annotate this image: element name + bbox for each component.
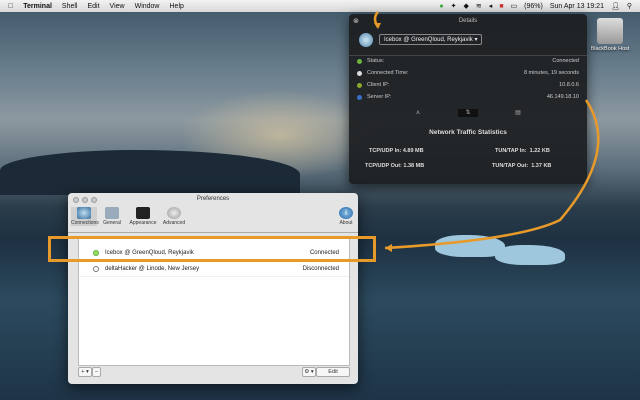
stat-client-ip: Client IP: 10.8.0.6 [357, 82, 579, 88]
clock-dot-icon [357, 70, 362, 76]
preferences-window: Preferences Connections General Appearan… [68, 193, 358, 384]
connection-row[interactable]: deltaHacker @ Linode, New Jersey Disconne… [79, 261, 349, 277]
server-dropdown[interactable]: Icebox @ GreenQloud, Reykjavik ▾ [379, 34, 483, 45]
tab-log-icon[interactable]: ▤ [508, 109, 528, 117]
stat-status: Status: Connected [357, 58, 579, 64]
close-icon[interactable]: ⊗ [353, 17, 359, 25]
vpn-status-icon[interactable]: ● [439, 3, 443, 10]
twitter-icon[interactable]: ✦ [451, 2, 457, 10]
menu-edit[interactable]: Edit [87, 3, 99, 10]
clock[interactable]: Sun Apr 13 19:21 [550, 3, 604, 10]
window-controls[interactable] [73, 197, 97, 203]
mountain [0, 150, 300, 195]
details-window: ⊗ Details Icebox @ GreenQloud, Reykjavik… [349, 14, 587, 184]
traffic-title: Network Traffic Statistics [429, 129, 507, 136]
apple-icon[interactable]:  [8, 3, 13, 10]
tab-traffic-icon[interactable]: ⇅ [458, 109, 478, 117]
server-name: Icebox @ GreenQloud, Reykjavik [384, 37, 473, 43]
toolbar-general[interactable]: General [99, 207, 125, 226]
preferences-title: Preferences [196, 196, 230, 202]
wifi-icon[interactable]: ≋ [476, 2, 482, 10]
details-title: Details [458, 18, 478, 24]
toolbar-about[interactable]: i About [333, 207, 359, 226]
spotlight-icon[interactable]: ⚲ [627, 2, 632, 10]
globe-icon [359, 33, 373, 47]
user-icon[interactable]: 👤︎ [611, 2, 620, 10]
close-button [73, 197, 79, 203]
dropbox-icon[interactable]: ◆ [464, 2, 469, 10]
gear-menu-button[interactable]: ⚙ ▾ [302, 367, 316, 377]
minimize-button [82, 197, 88, 203]
stat-connected-time: Connected Time: 8 minutes, 19 seconds [357, 70, 579, 76]
volume-icon[interactable]: ◂ [489, 2, 493, 10]
status-dot-icon [357, 58, 362, 64]
info-icon: i [339, 207, 353, 219]
drive-label: BlackBook Host [590, 46, 630, 52]
general-icon [105, 207, 119, 219]
menu-view[interactable]: View [110, 3, 125, 10]
tun-out: TUN/TAP Out: 1.37 KB [492, 163, 552, 169]
menu-bar:  Terminal Shell Edit View Window Help ●… [0, 0, 640, 12]
toolbar-advanced[interactable]: Advanced [161, 207, 187, 226]
desktop-drive[interactable]: BlackBook Host [588, 18, 632, 52]
client-dot-icon [357, 82, 362, 88]
arrow-head [385, 244, 392, 252]
iceberg [495, 245, 565, 265]
menu-shell[interactable]: Shell [62, 3, 78, 10]
toolbar-connections[interactable]: Connections [71, 207, 99, 226]
menu-app[interactable]: Terminal [23, 3, 52, 10]
zoom-button [91, 197, 97, 203]
remove-button[interactable]: − [92, 367, 101, 377]
toolbar-appearance[interactable]: Appearance [128, 207, 158, 226]
edit-button[interactable]: Edit [316, 367, 350, 377]
battery-percent: (96%) [524, 2, 543, 10]
tcp-out: TCP/UDP Out: 1.38 MB [365, 163, 425, 169]
menu-help[interactable]: Help [170, 3, 184, 10]
gear-icon [167, 207, 181, 219]
appearance-icon [136, 207, 150, 219]
highlight-box [48, 236, 376, 262]
tun-in: TUN/TAP In: 1.22 KB [495, 148, 550, 154]
connections-icon [77, 207, 91, 219]
tab-graph-icon[interactable]: ⋏ [408, 109, 428, 117]
disconnected-icon [93, 265, 99, 272]
menu-window[interactable]: Window [135, 3, 160, 10]
battery-icon[interactable]: ▭ [511, 2, 518, 10]
stat-server-ip: Server IP: 46.149.18.10 [357, 94, 579, 100]
tcp-in: TCP/UDP In: 4.89 MB [369, 148, 424, 154]
flag-icon[interactable]: ■ [499, 3, 503, 10]
server-dot-icon [357, 94, 362, 100]
hard-drive-icon [597, 18, 623, 44]
add-button[interactable]: + ▾ [78, 367, 92, 377]
